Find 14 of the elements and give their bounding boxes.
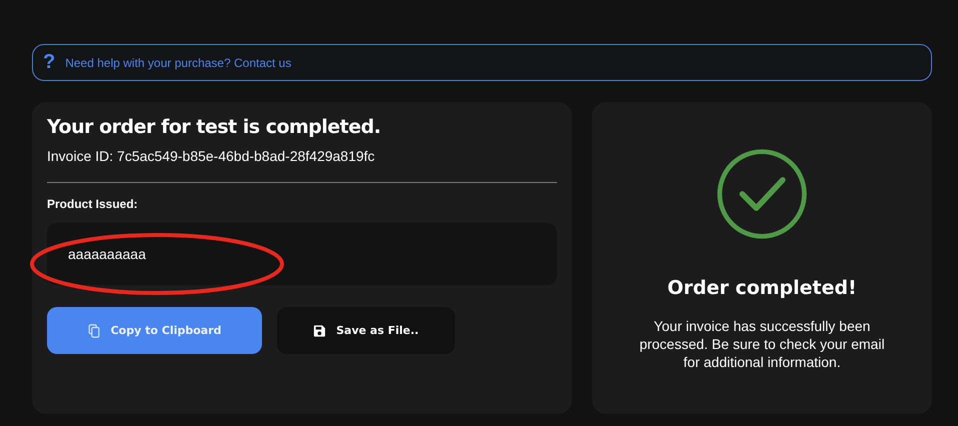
help-icon: ? [43, 51, 56, 74]
status-message: Your invoice has successfully been processed. Be sure to check your email for additional information. [638, 317, 886, 372]
status-title: Order completed! [667, 277, 857, 299]
product-label: Product Issued: [47, 197, 139, 211]
copy-button[interactable]: Copy to Clipboard [47, 307, 262, 354]
save-button[interactable]: Save as File.. [277, 307, 455, 354]
help-banner[interactable]: ? Need help with your purchase? Contact us [32, 44, 932, 81]
invoice-id: Invoice ID: 7c5ac549-b85e-46bd-b8ad-28f429a819fc [47, 148, 376, 164]
check-circle-icon [715, 147, 809, 241]
order-title: Your order for test is completed. [47, 116, 382, 138]
help-link[interactable]: Need help with your purchase? Contact us [65, 56, 292, 70]
copy-icon [88, 324, 101, 338]
product-value: aaaaaaaaaa [68, 246, 146, 262]
save-icon [313, 324, 326, 338]
